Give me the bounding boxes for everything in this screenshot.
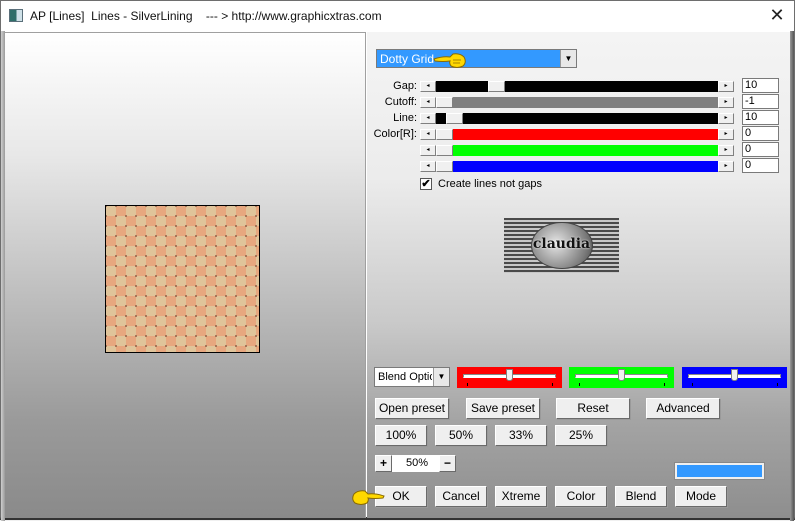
- line-slider-track[interactable]: [436, 113, 718, 124]
- save-preset-button[interactable]: Save preset: [466, 398, 540, 419]
- tick-mark: [777, 383, 778, 386]
- blue-blend-slider[interactable]: [682, 367, 787, 388]
- cutoff-slider-track[interactable]: [436, 97, 718, 108]
- zoom-100-button[interactable]: 100%: [375, 425, 427, 446]
- gap-slider[interactable]: ◂ ▸: [420, 81, 734, 92]
- zoom-50-button[interactable]: 50%: [435, 425, 487, 446]
- zoom-in-button[interactable]: +: [375, 455, 392, 472]
- xtreme-button[interactable]: Xtreme: [495, 486, 547, 507]
- color-green-value[interactable]: 0: [742, 142, 779, 157]
- gap-label: Gap:: [393, 80, 417, 92]
- close-button[interactable]: ✕: [760, 1, 794, 31]
- blend-options-dropdown[interactable]: Blend Options ▼: [374, 367, 450, 387]
- claudia-logo: claudia: [504, 218, 619, 273]
- color-green-slider[interactable]: ◂ ▸: [420, 145, 734, 156]
- color-r-label: Color[R]:: [373, 128, 417, 140]
- tick-mark: [467, 383, 468, 386]
- cutoff-label: Cutoff:: [384, 96, 417, 108]
- line-label: Line:: [393, 112, 417, 124]
- zoom-33-button[interactable]: 33%: [495, 425, 547, 446]
- create-lines-label: Create lines not gaps: [438, 178, 542, 190]
- chevron-down-icon[interactable]: ▼: [433, 368, 449, 386]
- cutoff-slider[interactable]: ◂ ▸: [420, 97, 734, 108]
- zoom-level-field[interactable]: 50%: [392, 455, 442, 472]
- minus-icon: −: [443, 456, 451, 470]
- settings-panel: Dotty Grid ▼ Gap: ◂ ▸ 10 Cutoff: ◂ ▸ -1 …: [367, 32, 792, 518]
- open-preset-button[interactable]: Open preset: [375, 398, 449, 419]
- reset-button[interactable]: Reset: [556, 398, 630, 419]
- chevron-down-icon[interactable]: ▼: [560, 50, 576, 67]
- arrow-left-icon[interactable]: ◂: [420, 129, 436, 140]
- plus-icon: +: [379, 456, 387, 470]
- arrow-right-icon[interactable]: ▸: [718, 161, 734, 172]
- color-swatch[interactable]: [674, 462, 765, 480]
- line-value[interactable]: 10: [742, 110, 779, 125]
- color-blue-slider[interactable]: ◂ ▸: [420, 161, 734, 172]
- arrow-right-icon[interactable]: ▸: [718, 81, 734, 92]
- gap-slider-thumb[interactable]: [488, 81, 505, 92]
- cutoff-slider-thumb[interactable]: [436, 97, 453, 108]
- line-slider[interactable]: ◂ ▸: [420, 113, 734, 124]
- color-button[interactable]: Color: [555, 486, 607, 507]
- blend-options-value: Blend Options: [378, 371, 432, 383]
- gap-slider-track[interactable]: [436, 81, 718, 92]
- zoom-out-button[interactable]: −: [439, 455, 456, 472]
- gap-value[interactable]: 10: [742, 78, 779, 93]
- cutoff-value[interactable]: -1: [742, 94, 779, 109]
- green-blend-slider[interactable]: [569, 367, 674, 388]
- tick-mark: [579, 383, 580, 386]
- arrow-left-icon[interactable]: ◂: [420, 145, 436, 156]
- color-blue-value[interactable]: 0: [742, 158, 779, 173]
- arrow-left-icon[interactable]: ◂: [420, 161, 436, 172]
- close-icon: ✕: [769, 5, 785, 26]
- arrow-right-icon[interactable]: ▸: [718, 113, 734, 124]
- advanced-button[interactable]: Advanced: [646, 398, 720, 419]
- arrow-left-icon[interactable]: ◂: [420, 97, 436, 108]
- preview-panel: [5, 32, 366, 518]
- cancel-button[interactable]: Cancel: [435, 486, 487, 507]
- color-blue-slider-thumb[interactable]: [436, 161, 453, 172]
- window-border-right: [790, 31, 794, 521]
- logo-text: claudia: [532, 236, 591, 252]
- plugin-dialog-window: AP [Lines] Lines - SilverLining --- > ht…: [0, 0, 795, 521]
- pointing-hand-icon: [433, 53, 466, 68]
- title-bar: AP [Lines] Lines - SilverLining --- > ht…: [1, 1, 794, 31]
- zoom-25-button[interactable]: 25%: [555, 425, 607, 446]
- arrow-right-icon[interactable]: ▸: [718, 129, 734, 140]
- color-red-value[interactable]: 0: [742, 126, 779, 141]
- color-green-slider-thumb[interactable]: [436, 145, 453, 156]
- effect-dropdown[interactable]: Dotty Grid ▼: [376, 49, 577, 68]
- preview-image[interactable]: [105, 205, 260, 353]
- arrow-right-icon[interactable]: ▸: [718, 145, 734, 156]
- app-icon: [9, 9, 23, 22]
- blue-blend-knob[interactable]: [731, 369, 738, 381]
- tick-mark: [552, 383, 553, 386]
- effect-dropdown-value: Dotty Grid: [380, 52, 435, 66]
- color-red-slider[interactable]: ◂ ▸: [420, 129, 734, 140]
- tick-mark: [664, 383, 665, 386]
- arrow-left-icon[interactable]: ◂: [420, 113, 436, 124]
- green-blend-knob[interactable]: [618, 369, 625, 381]
- checkmark-icon: ✔: [421, 178, 431, 190]
- window-title: AP [Lines] Lines - SilverLining --- > ht…: [30, 9, 382, 23]
- arrow-left-icon[interactable]: ◂: [420, 81, 436, 92]
- arrow-right-icon[interactable]: ▸: [718, 97, 734, 108]
- red-blend-knob[interactable]: [506, 369, 513, 381]
- red-blend-slider[interactable]: [457, 367, 562, 388]
- mode-button[interactable]: Mode: [675, 486, 727, 507]
- tick-mark: [692, 383, 693, 386]
- blend-button[interactable]: Blend: [615, 486, 667, 507]
- color-blue-slider-track[interactable]: [436, 161, 718, 172]
- color-red-slider-thumb[interactable]: [436, 129, 453, 140]
- pointing-hand-icon: [352, 490, 385, 505]
- color-green-slider-track[interactable]: [436, 145, 718, 156]
- line-slider-thumb[interactable]: [446, 113, 463, 124]
- color-red-slider-track[interactable]: [436, 129, 718, 140]
- create-lines-checkbox[interactable]: ✔: [420, 178, 432, 190]
